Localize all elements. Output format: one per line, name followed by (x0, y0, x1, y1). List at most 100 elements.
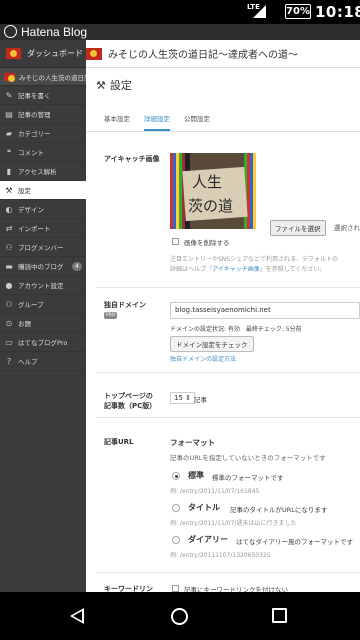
blog-flag-icon (6, 48, 21, 59)
app-title[interactable]: Hatena Blog (21, 25, 87, 39)
sidebar-item[interactable]: ● アカウント設定 (0, 276, 86, 295)
pro-badge: PRO (104, 312, 118, 319)
format-standard-example: 例: /entry/2011/11/07/161845 (170, 488, 260, 495)
eyecatch-label: アイキャッチ画像 (104, 155, 160, 163)
home-icon[interactable] (171, 608, 188, 625)
sidebar-item[interactable]: ▬ 購読中のブログ 4 (0, 257, 86, 276)
sidebar-item-label: 設定 (18, 187, 31, 195)
clock: 10:18 (315, 3, 360, 21)
format-standard-label: 標準 (188, 471, 204, 480)
format-title-label: タイトル (188, 503, 220, 512)
format-title-radio[interactable] (172, 504, 180, 512)
wrench-icon: ⚒ (96, 78, 106, 92)
article-count-select[interactable]: 15 ⇕ (170, 392, 195, 404)
sidebar-item[interactable]: ✎ 記事を書く (0, 86, 86, 105)
keyword-link-label: キーワードリン (104, 585, 153, 592)
page-title: 設定 (109, 79, 132, 92)
status-bar: LTE 70% 10:18 (0, 0, 360, 24)
domain-help-link[interactable]: 独自ドメインの設定方法 (170, 354, 236, 363)
format-standard-radio[interactable] (172, 472, 180, 480)
sidebar-item-label: ブログメンバー (18, 244, 64, 252)
sidebar-item-icon: ⚇ (5, 299, 13, 309)
current-blog-selector[interactable]: みそじの人生茨の道日記〜達成... (0, 68, 86, 86)
sidebar-item-label: カテゴリー (18, 130, 51, 138)
sidebar-item-icon: ⊙ (5, 318, 13, 328)
sidebar-item[interactable]: ▤ 記事の管理 (0, 105, 86, 124)
dashboard-link[interactable]: ダッシュボード (0, 40, 86, 68)
tab-basic[interactable]: 基本設定 (104, 113, 130, 131)
sidebar-item-label: 記事を書く (18, 92, 51, 100)
delete-image-checkbox[interactable] (172, 238, 179, 245)
sidebar-item[interactable]: ❝ コメント (0, 143, 86, 162)
sidebar-item-icon: ✎ (5, 90, 13, 100)
format-title-example: 例: /entry/2011/11/07/週末は山に行きました (170, 520, 297, 527)
sidebar-item-icon: ▬ (5, 261, 13, 271)
eyecatch-text-2: 茨の道 (188, 197, 234, 215)
format-title: フォーマット (170, 438, 215, 447)
sidebar-item-icon: ◐ (5, 204, 13, 214)
sidebar-item-label: 記事の管理 (18, 111, 51, 119)
file-select-button[interactable]: ファイルを選択 (270, 220, 326, 236)
settings-heading: ⚒ 設定 (86, 68, 360, 102)
sidebar-menu: ✎ 記事を書く ▤ 記事の管理 ▰ カテゴリー ❝ コメント ▮ アクセス解析 ⚒ 設定 ◐ デザイン ⇄ イ… (0, 86, 86, 371)
settings-form: アイキャッチ画像 人生 茨の道 ファイルを選択 選択され 画像を削除する 注目エ… (86, 132, 360, 592)
back-icon[interactable] (70, 608, 84, 624)
app-header: Hatena Blog (0, 24, 360, 40)
sidebar-item-label: インポート (18, 225, 51, 233)
eyecatch-help-link[interactable]: アイキャッチ画像 (212, 266, 260, 273)
sidebar-item[interactable]: ◐ デザイン (0, 200, 86, 219)
sidebar-item[interactable]: ▭ はてなブログPro (0, 333, 86, 352)
sidebar-item-icon: ? (6, 356, 12, 366)
recent-apps-icon[interactable] (272, 608, 287, 623)
sidebar-item-label: はてなブログPro (18, 339, 68, 347)
sidebar-item-icon: ❝ (6, 147, 12, 157)
format-desc: 記事のURLを指定していないときのフォーマットです (170, 454, 326, 462)
sidebar-item[interactable]: ⚇ グループ (0, 295, 86, 314)
dashboard-label: ダッシュボード (27, 49, 83, 58)
blog-flag-icon (4, 72, 15, 82)
blog-title-bar: みそじの人生茨の道日記〜達成者への道〜 (86, 40, 360, 68)
eyecatch-text-1: 人生 (192, 173, 223, 191)
current-blog-label: みそじの人生茨の道日記〜達成... (19, 73, 86, 82)
sidebar-item-label: グループ (18, 301, 44, 309)
sidebar-item-label: デザイン (18, 206, 44, 214)
domain-input[interactable]: blog.tasseisyaenomichi.net (170, 302, 360, 319)
sidebar: ダッシュボード みそじの人生茨の道日記〜達成... ✎ 記事を書く ▤ 記事の管理 ▰ カ… (0, 40, 86, 592)
tab-publish[interactable]: 公開設定 (184, 113, 210, 131)
system-nav-bar (0, 592, 360, 640)
eyecatch-note: 注目エントリーやSNSシェアなどで利用される、デフォルトの (170, 256, 338, 263)
sidebar-item-label: コメント (18, 149, 44, 157)
keyword-link-checkbox[interactable] (172, 585, 179, 592)
sidebar-item[interactable]: ▮ アクセス解析 (0, 162, 86, 181)
format-standard-desc: 標準のフォーマットです (212, 474, 284, 482)
sidebar-item-label: アカウント設定 (18, 282, 64, 290)
domain-check-button[interactable]: ドメイン設定をチェック (170, 336, 254, 352)
article-count-unit: 記事 (194, 396, 207, 404)
tab-advanced[interactable]: 詳細設定 (144, 113, 170, 131)
blog-title[interactable]: みそじの人生茨の道日記〜達成者への道〜 (108, 46, 298, 61)
sidebar-item[interactable]: ▰ カテゴリー (0, 124, 86, 143)
blog-flag-icon (86, 47, 102, 60)
file-status: 選択され (334, 224, 360, 232)
sidebar-item-icon: ▤ (5, 109, 13, 119)
format-diary-radio[interactable] (172, 536, 180, 544)
signal-icon (253, 5, 266, 18)
unread-count-badge: 4 (72, 262, 82, 271)
sidebar-item[interactable]: ⚇ ブログメンバー (0, 238, 86, 257)
settings-tabs: 基本設定 詳細設定 公開設定 (86, 102, 360, 132)
sidebar-item[interactable]: ⚒ 設定 (0, 181, 86, 200)
domain-label: 独自ドメイン (104, 301, 146, 309)
hatena-logo-icon[interactable] (4, 25, 17, 38)
sidebar-item[interactable]: ⊙ お題 (0, 314, 86, 333)
sidebar-item-label: アクセス解析 (18, 168, 57, 176)
sidebar-item[interactable]: ⇄ インポート (0, 219, 86, 238)
keyword-link-desc: 記事にキーワードリンクを付けない (184, 586, 288, 592)
format-title-desc: 記事のタイトルがURLになります (230, 506, 328, 514)
main-panel: みそじの人生茨の道日記〜達成者への道〜 ⚒ 設定 基本設定 詳細設定 公開設定 … (86, 40, 360, 592)
sidebar-item-label: お題 (18, 320, 31, 328)
sidebar-item-icon: ⚒ (5, 185, 13, 195)
sidebar-item-icon: ▰ (5, 128, 13, 138)
sidebar-item-icon: ⇄ (5, 223, 13, 233)
sidebar-item[interactable]: ? ヘルプ (0, 352, 86, 371)
battery-indicator: 70% (285, 4, 311, 19)
